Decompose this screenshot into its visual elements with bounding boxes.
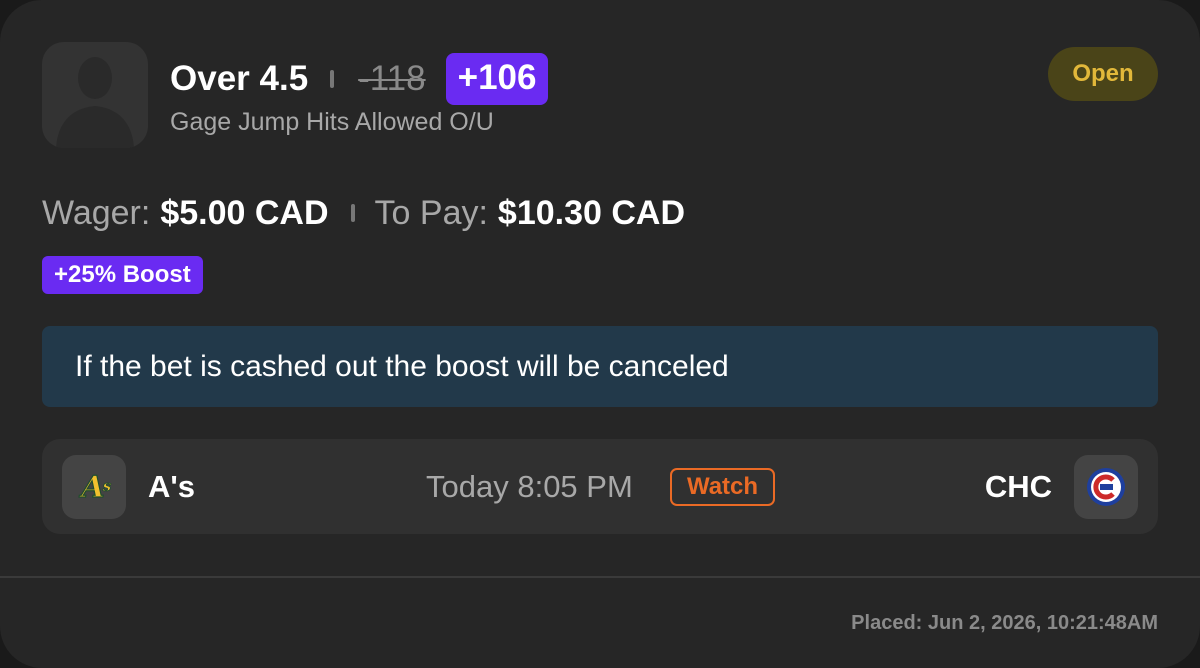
to-pay-value: $10.30 CAD bbox=[497, 193, 686, 232]
separator bbox=[330, 70, 335, 88]
athletics-logo-icon: A s bbox=[62, 455, 126, 519]
placed-timestamp: Placed: Jun 2, 2026, 10:21:48AM bbox=[851, 612, 1158, 634]
status-badge: Open bbox=[1048, 47, 1158, 101]
svg-text:A: A bbox=[78, 470, 104, 505]
original-odds: -118 bbox=[358, 59, 426, 98]
watch-button[interactable]: Watch bbox=[670, 468, 775, 506]
home-team-name: CHC bbox=[984, 469, 1052, 504]
bet-market: Gage Jump Hits Allowed O/U bbox=[170, 108, 494, 136]
person-silhouette-icon bbox=[56, 57, 134, 148]
payout-row: Wager: $5.00 CAD To Pay: $10.30 CAD bbox=[42, 190, 685, 236]
to-pay-label: To Pay: bbox=[374, 193, 488, 232]
boost-badge: +25% Boost bbox=[42, 256, 203, 294]
cubs-logo-icon bbox=[1074, 455, 1138, 519]
boosted-odds-badge: +106 bbox=[445, 53, 549, 105]
away-team-name: A's bbox=[148, 469, 195, 504]
boost-notice-text: If the bet is cashed out the boost will … bbox=[75, 350, 729, 383]
svg-text:s: s bbox=[103, 477, 112, 495]
divider bbox=[0, 576, 1200, 578]
game-row[interactable]: A s A's Today 8:05 PM Watch CHC bbox=[42, 439, 1158, 534]
wager-value: $5.00 CAD bbox=[160, 193, 329, 232]
boost-notice-banner: If the bet is cashed out the boost will … bbox=[42, 326, 1158, 407]
player-avatar bbox=[42, 42, 148, 148]
separator bbox=[350, 204, 355, 222]
game-time: Today 8:05 PM bbox=[426, 469, 633, 504]
bet-title-row: Over 4.5 -118 +106 bbox=[170, 52, 549, 106]
bet-card[interactable]: Over 4.5 -118 +106 Gage Jump Hits Allowe… bbox=[0, 0, 1200, 668]
wager-label: Wager: bbox=[42, 193, 151, 232]
bet-selection: Over 4.5 bbox=[170, 59, 309, 98]
